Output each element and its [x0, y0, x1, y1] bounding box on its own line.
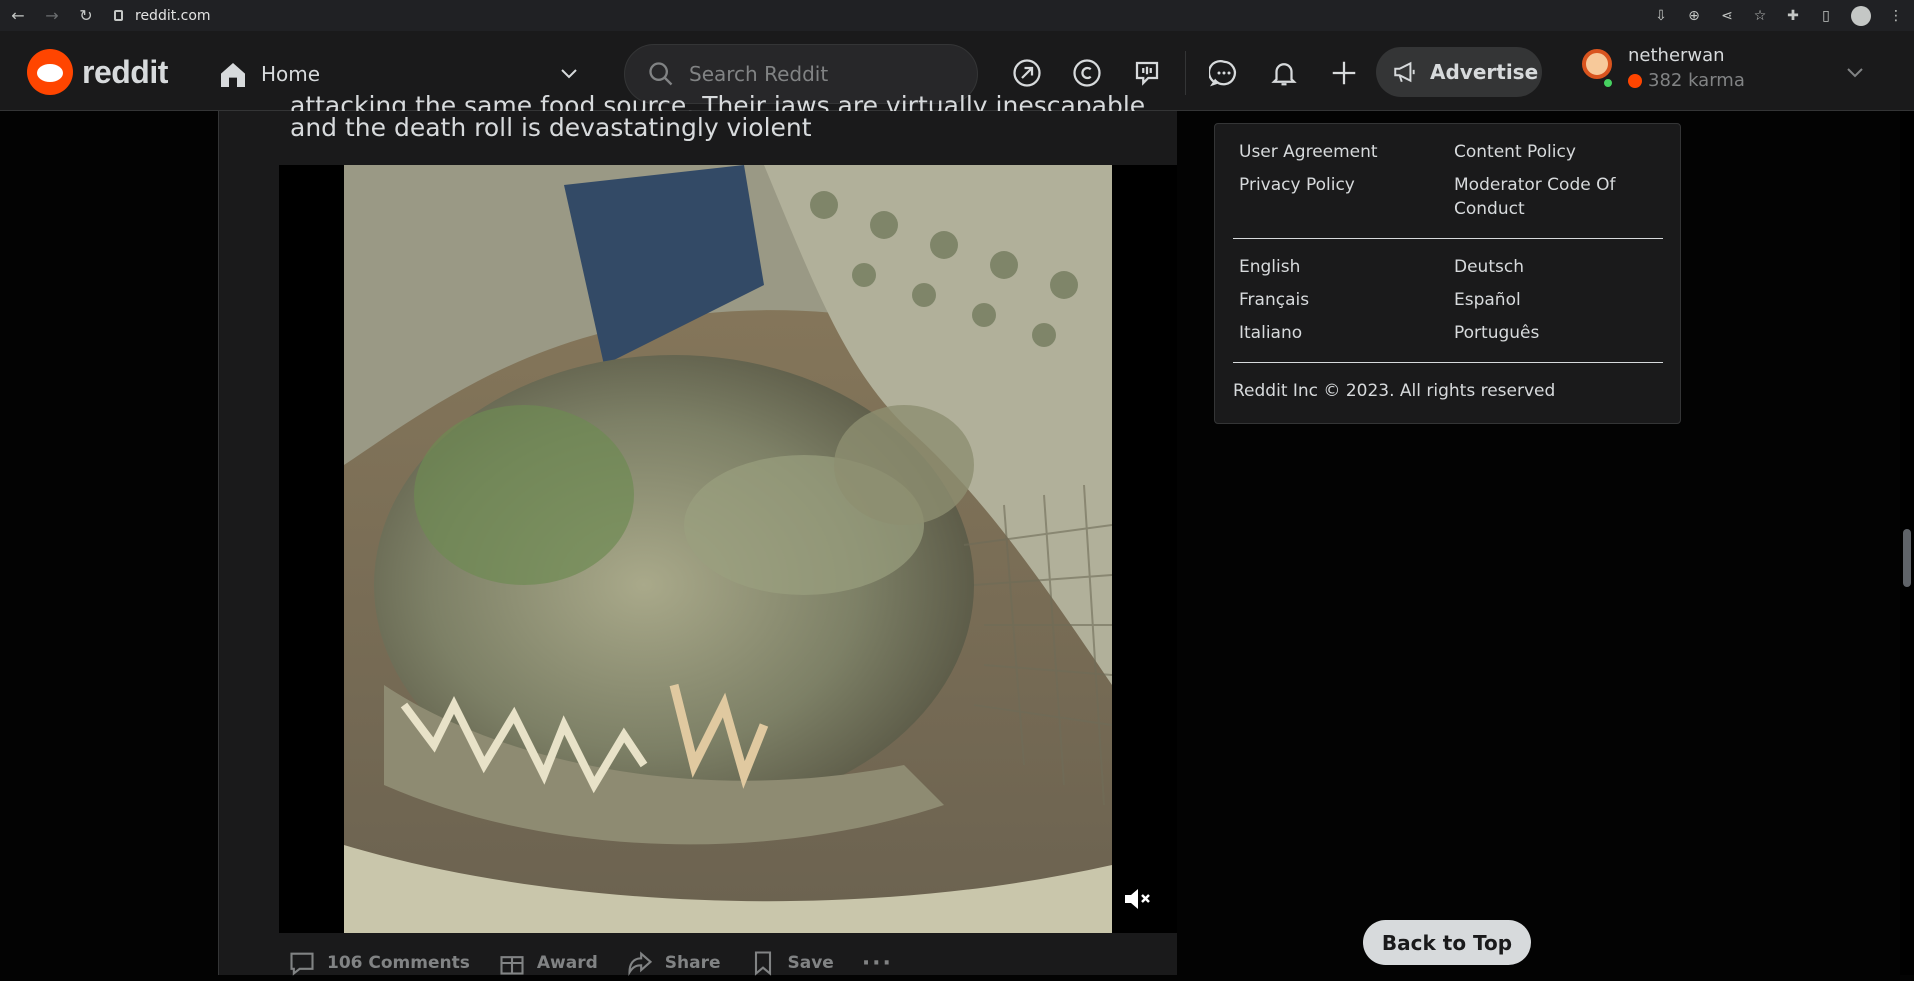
lock-icon[interactable] — [114, 10, 123, 21]
install-icon[interactable]: ⇩ — [1653, 8, 1669, 24]
scrollbar-thumb[interactable] — [1903, 529, 1911, 587]
award-label: Award — [536, 953, 598, 973]
notifications-icon — [1271, 63, 1297, 86]
create-post-button[interactable] — [1322, 51, 1366, 95]
chat-button[interactable] — [1202, 51, 1246, 95]
reddit-logo[interactable]: reddit — [27, 49, 168, 95]
create-post-icon — [1332, 61, 1356, 85]
username: netherwan — [1628, 45, 1725, 66]
chat-icon — [1209, 60, 1236, 87]
home-icon — [217, 59, 247, 89]
footer-links-card: User Agreement Content Policy Privacy Po… — [1214, 123, 1681, 424]
share-button[interactable]: Share — [626, 949, 721, 977]
divider — [1233, 238, 1663, 239]
post-title-line2: and the death roll is devastatingly viol… — [290, 113, 812, 142]
crocodile-image — [344, 165, 1112, 933]
avatar — [1578, 45, 1616, 91]
browser-nav: ← → ↻ — [0, 6, 94, 25]
comment-icon — [290, 952, 314, 976]
forward-icon[interactable]: → — [44, 6, 60, 25]
chevron-down-icon — [561, 69, 577, 79]
post-border — [218, 111, 219, 975]
moderator-code-link[interactable]: Moderator Code Of Conduct — [1454, 173, 1664, 221]
mute-icon[interactable] — [1122, 884, 1152, 914]
copyright-text: Reddit Inc © 2023. All rights reserved — [1233, 381, 1556, 401]
share-label: Share — [664, 953, 721, 973]
post-video[interactable] — [344, 165, 1112, 933]
award-button[interactable]: Award — [498, 949, 598, 977]
extensions-icon[interactable]: ✚ — [1785, 8, 1801, 24]
lang-english[interactable]: English — [1239, 255, 1300, 279]
more-icon: ··· — [861, 950, 893, 976]
karma-icon — [1628, 73, 1642, 88]
talk-icon — [1135, 61, 1159, 86]
logo-text: reddit — [82, 53, 168, 90]
save-button[interactable]: Save — [749, 949, 834, 977]
address-bar[interactable]: reddit.com — [114, 8, 211, 24]
reload-icon[interactable]: ↻ — [78, 6, 94, 25]
browser-toolbar: ← → ↻ reddit.com ⇩ ⊕ ⋖ ☆ ✚ ▯ ⋮ — [0, 0, 1914, 31]
advertise-label: Advertise — [1430, 60, 1539, 84]
search-icon — [649, 62, 673, 86]
bookmark-icon — [754, 951, 771, 976]
comments-label: 106 Comments — [327, 953, 470, 973]
share-icon[interactable]: ⋖ — [1719, 8, 1735, 24]
search-placeholder: Search Reddit — [689, 62, 829, 86]
url-text[interactable]: reddit.com — [135, 8, 211, 24]
back-to-top-button[interactable]: Back to Top — [1363, 920, 1531, 965]
save-label: Save — [787, 953, 834, 973]
gift-icon — [500, 956, 524, 975]
karma-count: 382 karma — [1628, 70, 1745, 91]
coins-icon — [1073, 59, 1101, 87]
karma-label: 382 karma — [1648, 70, 1745, 91]
sidepanel-icon[interactable]: ▯ — [1818, 8, 1834, 24]
star-icon[interactable]: ☆ — [1752, 8, 1768, 24]
privacy-policy-link[interactable]: Privacy Policy — [1239, 173, 1355, 197]
header-divider — [1185, 51, 1186, 95]
post-title-line1: attacking the same food source. Their ja… — [290, 91, 1146, 111]
online-indicator — [1602, 77, 1614, 89]
avatar-head — [1582, 49, 1612, 79]
lang-francais[interactable]: Français — [1239, 288, 1309, 312]
account-icon[interactable] — [1851, 5, 1871, 26]
back-icon[interactable]: ← — [10, 6, 26, 25]
divider — [1233, 362, 1663, 363]
lang-italiano[interactable]: Italiano — [1239, 321, 1302, 345]
lang-portugues[interactable]: Português — [1454, 321, 1539, 345]
post-title[interactable]: attacking the same food source. Their ja… — [290, 89, 1170, 144]
comments-button[interactable]: 106 Comments — [288, 949, 470, 977]
advertise-button[interactable]: Advertise — [1376, 47, 1542, 97]
more-options-button[interactable]: ··· — [862, 951, 893, 976]
lang-deutsch[interactable]: Deutsch — [1454, 255, 1524, 279]
notifications-button[interactable] — [1262, 51, 1306, 95]
home-label: Home — [261, 62, 321, 86]
megaphone-icon — [1394, 61, 1415, 83]
content-policy-link[interactable]: Content Policy — [1454, 140, 1576, 164]
zoom-icon[interactable]: ⊕ — [1686, 8, 1702, 24]
browser-actions: ⇩ ⊕ ⋖ ☆ ✚ ▯ ⋮ — [1653, 0, 1904, 31]
lang-espanol[interactable]: Español — [1454, 288, 1521, 312]
user-menu[interactable]: netherwan 382 karma — [1578, 45, 1745, 91]
user-info: netherwan 382 karma — [1628, 45, 1745, 91]
share-icon — [628, 951, 652, 977]
snoo-icon — [27, 49, 73, 95]
chevron-down-icon[interactable] — [1845, 62, 1865, 82]
post-actions: 106 Comments Award Share Save ··· — [288, 945, 921, 981]
user-agreement-link[interactable]: User Agreement — [1239, 140, 1378, 164]
scrollbar[interactable] — [1900, 111, 1914, 975]
menu-icon[interactable]: ⋮ — [1888, 8, 1904, 24]
popular-icon — [1013, 59, 1041, 87]
